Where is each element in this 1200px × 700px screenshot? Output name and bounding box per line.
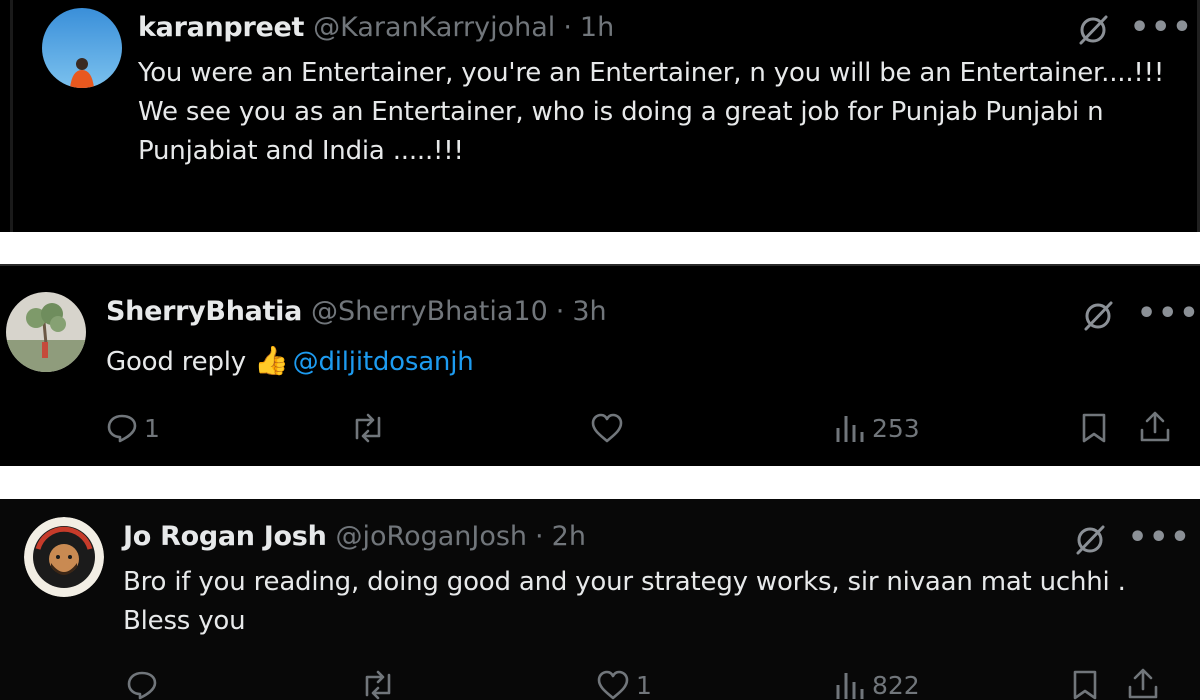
tweet-text: Good reply 👍 @diljitdosanjh	[106, 341, 1156, 382]
heart-icon	[597, 670, 629, 700]
tweet-paragraph: You were an Entertainer, you're an Enter…	[138, 58, 1165, 88]
grok-icon[interactable]	[1075, 12, 1111, 48]
tweet-header: SherryBhatia @SherryBhatia10 · 3h	[106, 296, 607, 327]
reply-icon	[107, 414, 137, 443]
author-name[interactable]: karanpreet	[138, 12, 304, 43]
views-button[interactable]: 253	[834, 412, 920, 444]
author-name[interactable]: Jo Rogan Josh	[123, 521, 327, 552]
heart-icon	[591, 413, 623, 443]
views-button[interactable]: 822	[834, 669, 920, 700]
left-border	[10, 0, 13, 232]
separator: ·	[563, 12, 572, 43]
tweet-text: Bro if you reading, doing good and your …	[123, 567, 1126, 636]
tweet-jorogan[interactable]: Jo Rogan Josh @joRoganJosh · 2h ••• Bro …	[0, 499, 1200, 700]
author-handle[interactable]: @joRoganJosh	[336, 521, 528, 552]
like-button[interactable]	[590, 412, 624, 444]
author-name[interactable]: SherryBhatia	[106, 296, 302, 327]
avatar[interactable]	[24, 517, 104, 597]
like-button[interactable]: 1	[596, 669, 652, 700]
view-count: 822	[872, 670, 920, 700]
bookmark-icon[interactable]	[1080, 412, 1108, 444]
analytics-icon	[836, 416, 864, 442]
repost-button[interactable]	[360, 669, 396, 700]
avatar[interactable]	[42, 8, 122, 88]
tweet-karanpreet[interactable]: karanpreet @KaranKarryjohal · 1h ••• You…	[0, 0, 1200, 232]
mention-link[interactable]: @diljitdosanjh	[293, 347, 474, 377]
repost-icon	[355, 413, 381, 443]
more-options-icon[interactable]: •••	[1137, 299, 1200, 329]
like-count: 1	[636, 670, 652, 700]
more-options-icon[interactable]: •••	[1130, 13, 1194, 43]
share-icon[interactable]	[1138, 410, 1172, 444]
author-handle[interactable]: @KaranKarryjohal	[313, 12, 555, 43]
analytics-icon	[836, 673, 864, 699]
thumbs-up-emoji: 👍	[253, 344, 289, 377]
timestamp[interactable]: 1h	[580, 12, 614, 43]
tweet-sherrybhatia[interactable]: SherryBhatia @SherryBhatia10 · 3h ••• Go…	[0, 264, 1200, 466]
author-handle[interactable]: @SherryBhatia10	[311, 296, 548, 327]
share-icon[interactable]	[1126, 667, 1160, 700]
repost-icon	[365, 670, 391, 700]
reply-button[interactable]: 1	[106, 412, 160, 444]
view-count: 253	[872, 413, 920, 443]
separator: ·	[555, 296, 565, 327]
timestamp[interactable]: 3h	[572, 296, 606, 327]
tweet-header: Jo Rogan Josh @joRoganJosh · 2h	[123, 521, 586, 552]
tweet-header: karanpreet @KaranKarryjohal · 1h	[138, 12, 614, 43]
reply-button[interactable]	[126, 669, 158, 700]
timestamp[interactable]: 2h	[552, 521, 586, 552]
tweet-paragraph: We see you as an Entertainer, who is doi…	[138, 97, 1104, 166]
separator: ·	[535, 521, 544, 552]
grok-icon[interactable]	[1072, 522, 1108, 558]
reply-icon	[127, 671, 157, 700]
bookmark-icon[interactable]	[1071, 669, 1099, 700]
tweet-text: You were an Entertainer, you're an Enter…	[138, 54, 1168, 171]
repost-button[interactable]	[350, 412, 386, 444]
reply-count: 1	[144, 413, 160, 443]
avatar[interactable]	[6, 292, 86, 372]
tweet-text-content: Good reply	[106, 347, 246, 377]
more-options-icon[interactable]: •••	[1128, 523, 1192, 553]
grok-icon[interactable]	[1080, 298, 1116, 334]
